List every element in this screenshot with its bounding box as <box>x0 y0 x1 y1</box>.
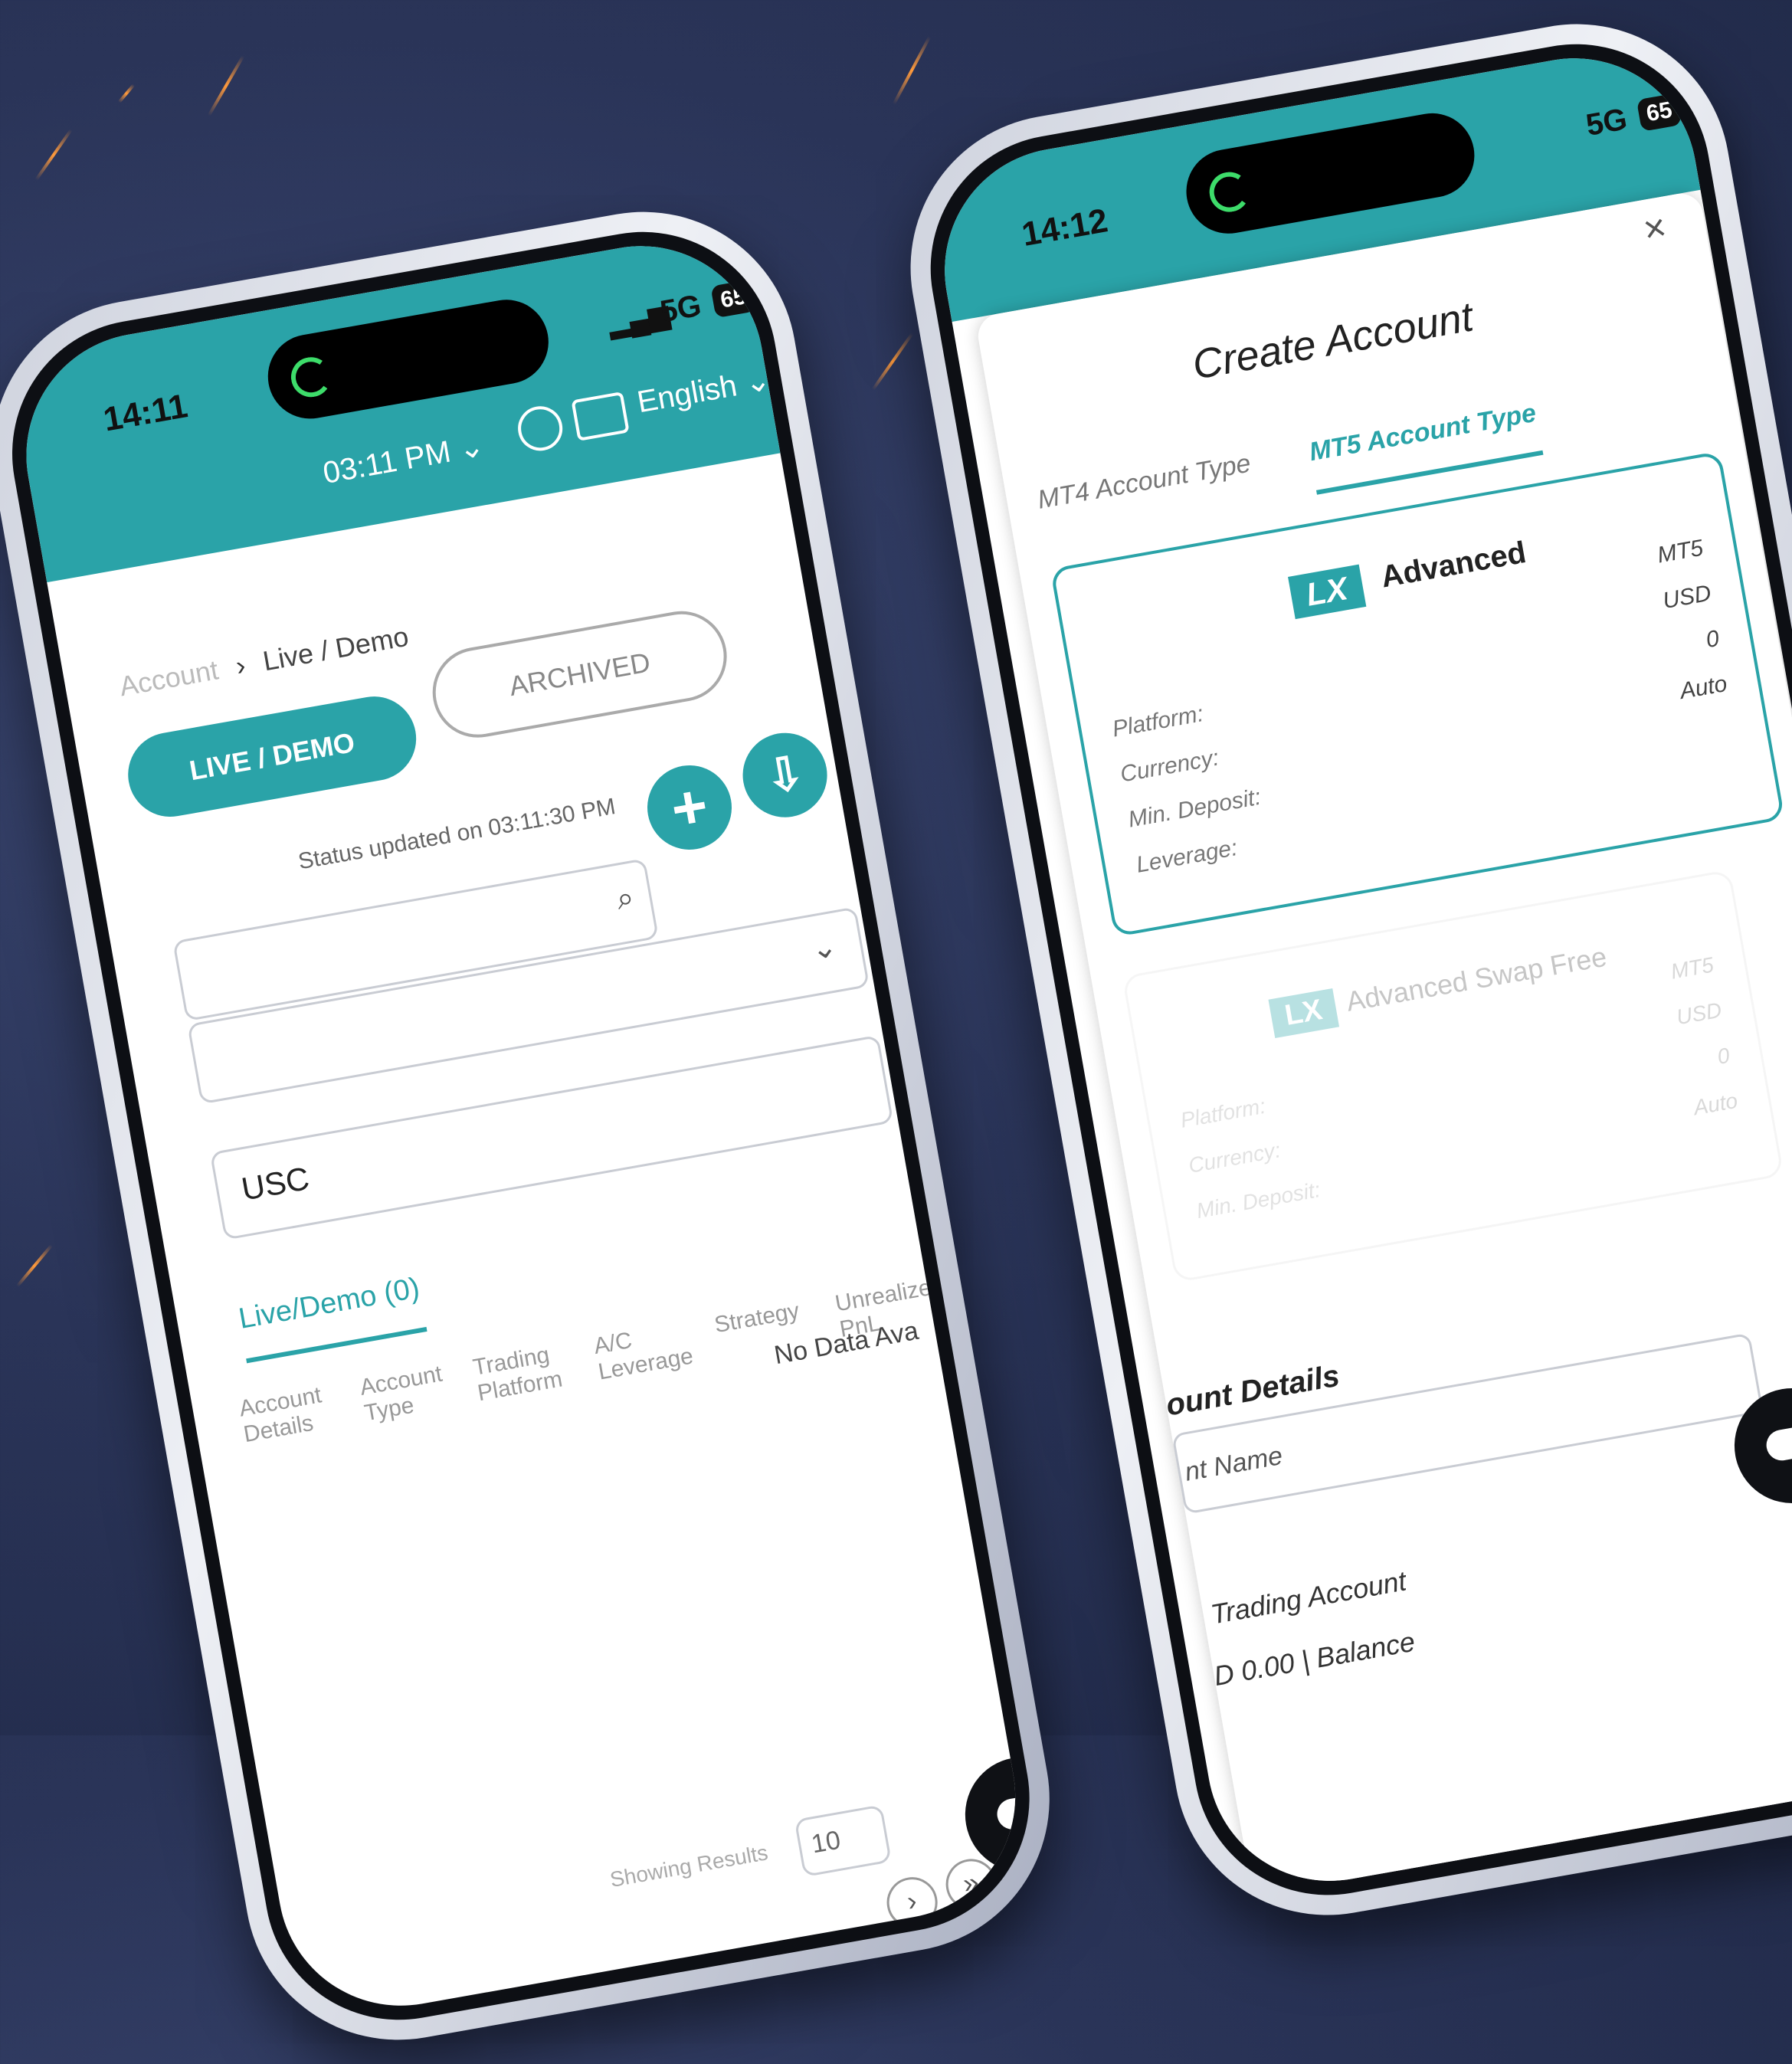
card-value: 0 <box>1715 1043 1731 1069</box>
breadcrumb-parent[interactable]: Account <box>117 654 221 702</box>
card-logo: LX <box>1288 564 1367 620</box>
account-name-field[interactable]: nt Name <box>1171 1332 1764 1515</box>
card-value: USD <box>1674 998 1724 1030</box>
card-value: MT5 <box>1655 535 1705 568</box>
left-screen: 14:11 ▂▄▆ 5G 65 03:11 PM ⌄ English ⌄ LX … <box>7 226 1035 2026</box>
breadcrumb-separator: › <box>233 649 248 682</box>
tab-mt5[interactable]: MT5 Account Type <box>1306 398 1544 495</box>
status-updated-text: Status updated on 03:11:30 PM <box>296 794 618 875</box>
add-account-button[interactable]: + <box>640 758 739 857</box>
tab-live-demo-label: LIVE / DEMO <box>187 726 358 787</box>
next-page-button[interactable]: › <box>883 1872 942 1932</box>
card-label: Platform: <box>1110 701 1206 742</box>
logo: LX <box>100 562 178 633</box>
account-card-advanced[interactable]: LX Advanced Platform: Currency: Min. Dep… <box>1050 450 1785 938</box>
close-icon[interactable]: × <box>1640 205 1669 252</box>
chevron-down-icon: ⌄ <box>808 929 840 967</box>
page-size-value: 10 <box>809 1825 844 1859</box>
currency-value: USC <box>238 1159 313 1207</box>
card-label: Platform: <box>1178 1093 1268 1132</box>
subtab-live-demo[interactable]: Live/Demo (0) <box>236 1272 428 1364</box>
card-value: MT5 <box>1669 952 1716 984</box>
card-label: Currency: <box>1186 1138 1283 1178</box>
account-name-label: nt Name <box>1182 1440 1285 1487</box>
search-icon[interactable]: ⌕ <box>614 880 637 917</box>
network-label: 5G <box>1583 102 1630 143</box>
showing-results-label: Showing Results <box>608 1840 770 1892</box>
spark <box>207 55 245 116</box>
tab-mt4[interactable]: MT4 Account Type <box>1035 448 1253 515</box>
card-value: USD <box>1660 580 1713 614</box>
create-account-modal: × Create Account MT4 Account Type MT5 Ac… <box>975 190 1792 1901</box>
card-value: Auto <box>1678 670 1729 705</box>
menu-icon[interactable]: ☰ <box>176 562 218 611</box>
tab-archived-label: ARCHIVED <box>506 646 653 703</box>
breadcrumb: Account › Live / Demo <box>117 621 411 703</box>
left-phone: 14:11 ▂▄▆ 5G 65 03:11 PM ⌄ English ⌄ LX … <box>0 187 1074 2064</box>
balance-line: D 0.00 | Balance <box>1211 1625 1417 1692</box>
spark <box>15 1243 54 1288</box>
column-header: A/C Leverage <box>591 1327 696 1385</box>
tab-live-demo[interactable]: LIVE / DEMO <box>121 690 423 824</box>
column-header: Account Type <box>358 1361 444 1427</box>
card-logo: LX <box>1268 988 1339 1039</box>
right-screen: 14:12 5G 65 × Create Account MT4 Account… <box>925 38 1792 1901</box>
chevron-down-icon: ⌄ <box>742 362 774 401</box>
column-header: Account Details <box>237 1382 324 1448</box>
phone-bezel: 14:12 5G 65 × Create Account MT4 Account… <box>909 22 1792 1917</box>
trading-account-heading: Trading Account <box>1208 1564 1409 1630</box>
spark <box>871 332 914 392</box>
spark <box>34 129 73 181</box>
card-label: Min. Deposit: <box>1126 784 1263 833</box>
card-label: Leverage: <box>1134 835 1240 878</box>
tab-archived[interactable]: ARCHIVED <box>425 604 734 745</box>
card-label: Currency: <box>1118 745 1221 788</box>
card-value: 0 <box>1704 625 1722 654</box>
breadcrumb-current: Live / Demo <box>260 620 411 677</box>
network-label: 5G <box>657 288 704 329</box>
spark <box>117 84 136 103</box>
card-label: Min. Deposit: <box>1194 1178 1322 1223</box>
last-page-button[interactable]: » <box>942 1855 1001 1914</box>
page-size-select[interactable]: 10 <box>794 1804 892 1878</box>
card-value: Auto <box>1692 1088 1740 1120</box>
spark <box>892 35 932 106</box>
card-title: Advanced Swap Free <box>1343 940 1610 1017</box>
card-title: Advanced <box>1378 535 1529 595</box>
download-button[interactable]: ⇩ <box>735 726 834 824</box>
modal-title: Create Account <box>1189 293 1477 388</box>
phone-bezel: 14:11 ▂▄▆ 5G 65 03:11 PM ⌄ English ⌄ LX … <box>0 211 1051 2041</box>
column-header: Trading Platform <box>470 1342 565 1407</box>
account-card-swap-free[interactable]: LX Advanced Swap Free Platform: Currency… <box>1122 869 1784 1283</box>
